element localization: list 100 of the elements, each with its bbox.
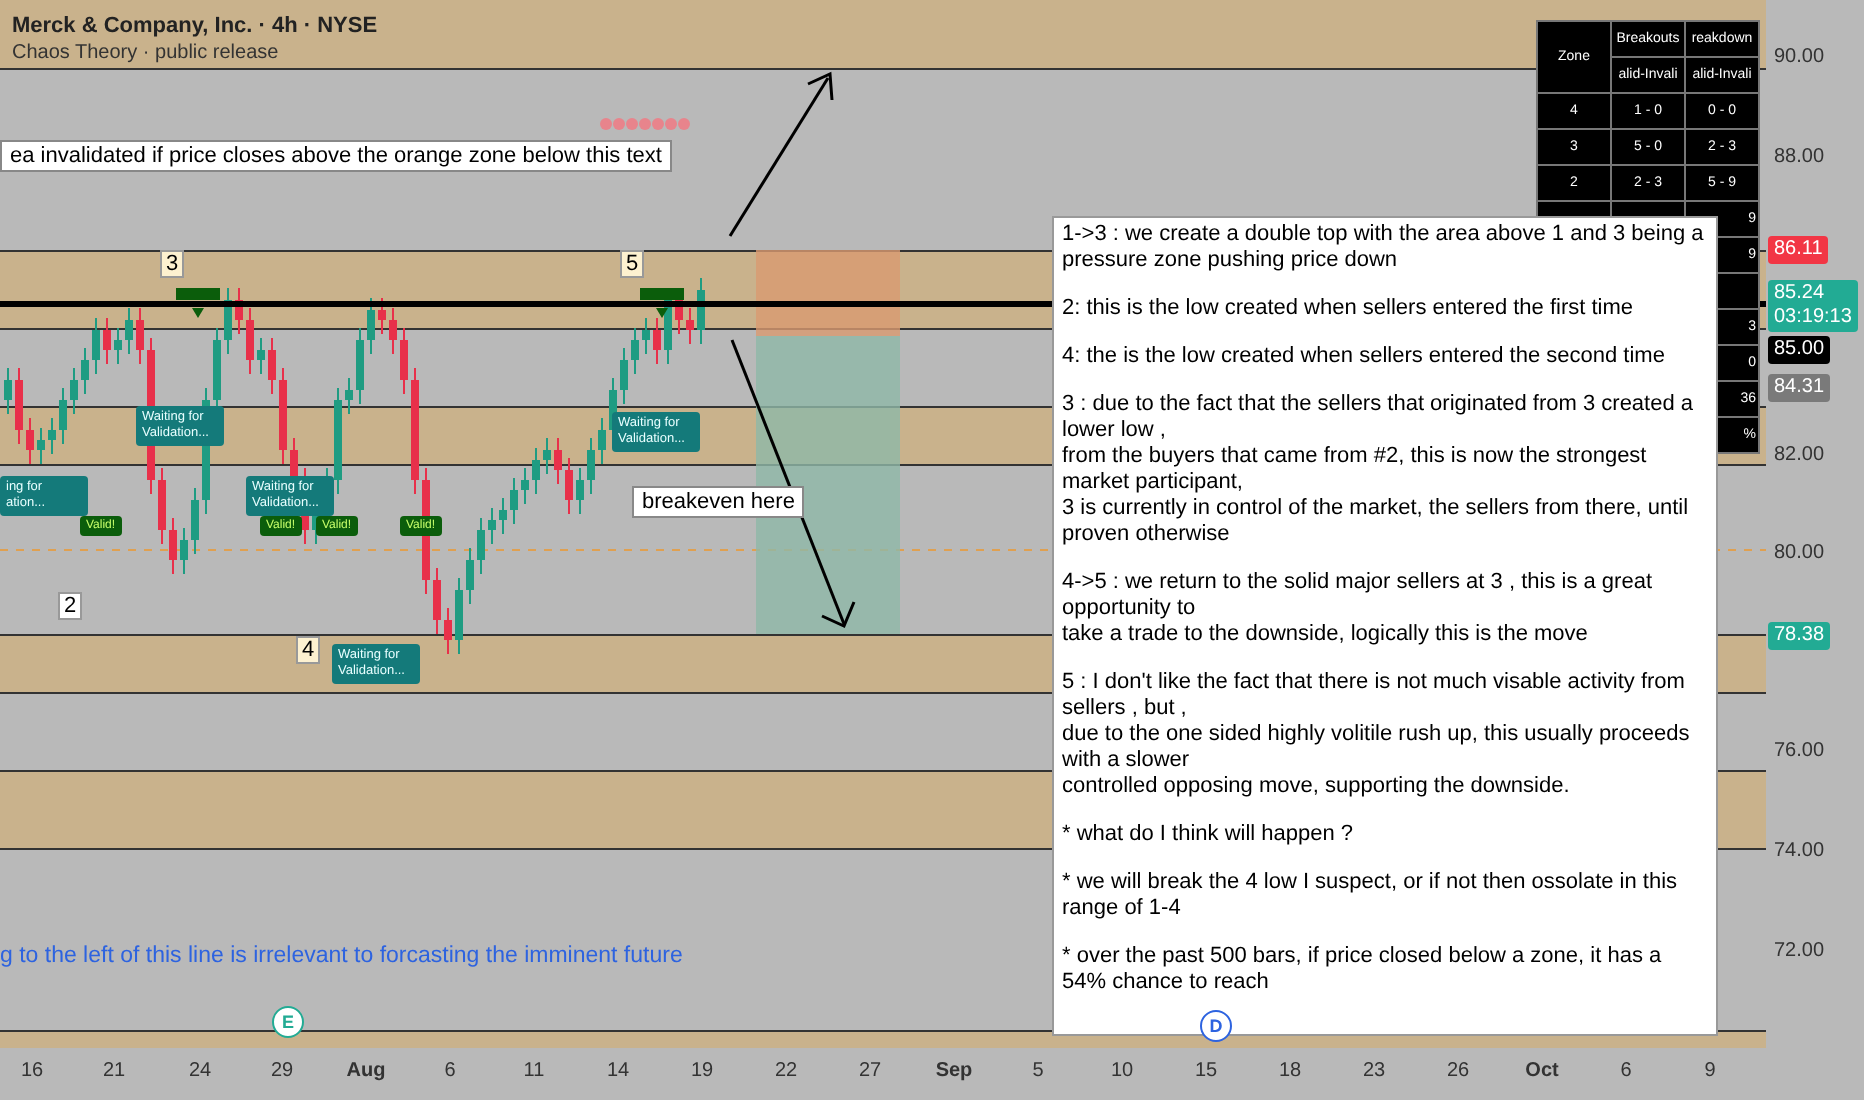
candlestick xyxy=(26,417,34,465)
candlestick xyxy=(543,437,551,475)
date-label: 18 xyxy=(1278,1060,1302,1082)
candlestick xyxy=(466,547,474,605)
price-label: 76.00 xyxy=(1772,738,1827,766)
candlestick xyxy=(114,327,122,365)
candlestick xyxy=(411,367,419,495)
candlestick xyxy=(488,507,496,545)
note-paragraph: 4->5 : we return to the solid major sellers at 3 , this is a great opportunity to take a trade to the downside, logically this is the move xyxy=(1062,570,1654,648)
date-label: Aug xyxy=(346,1060,386,1082)
date-label: 19 xyxy=(690,1060,714,1082)
candlestick xyxy=(620,347,628,405)
note-paragraph: * what do I think will happen ? xyxy=(1062,822,1356,848)
price-tag: 78.38 xyxy=(1768,622,1831,650)
candlestick xyxy=(499,497,507,535)
candlestick xyxy=(125,307,133,355)
candlestick xyxy=(37,427,45,465)
candlestick xyxy=(70,367,78,415)
candlestick xyxy=(246,307,254,375)
candlestick xyxy=(587,437,595,495)
symbol-title: Merck & Company, Inc. · 4h · NYSE xyxy=(12,14,378,38)
date-label: Sep xyxy=(935,1060,973,1082)
candlestick xyxy=(686,307,694,345)
price-tag: 86.11 xyxy=(1768,236,1829,264)
candlestick xyxy=(169,517,177,575)
date-label: 29 xyxy=(270,1060,294,1082)
note-paragraph: * over the past 500 bars, if price closed below a zone, it has a 54% chance to reach xyxy=(1062,944,1664,996)
date-label: 6 xyxy=(444,1060,456,1082)
price-tag: 85.00 xyxy=(1768,336,1831,364)
note-paragraph: 2: this is the low created when sellers entered the first time xyxy=(1062,296,1636,322)
candlestick xyxy=(4,367,12,415)
date-label: 9 xyxy=(1704,1060,1716,1082)
candlestick xyxy=(697,277,705,345)
candlestick xyxy=(444,607,452,655)
candlestick xyxy=(257,337,265,375)
candlestick xyxy=(433,567,441,635)
candlestick xyxy=(378,297,386,335)
candlestick xyxy=(356,327,364,405)
note-paragraph: 5 : I don't like the fact that there is not much visable activity from sellers , but , due to the one sided highly volitile rush up, this usually proceeds with a slower controlled opposing move, supporting the downside. xyxy=(1062,670,1692,800)
price-tag: 84.31 xyxy=(1768,374,1831,402)
candlestick xyxy=(15,367,23,445)
date-label: Oct xyxy=(1525,1060,1559,1082)
date-label: 27 xyxy=(858,1060,882,1082)
candlestick xyxy=(631,327,639,375)
date-label: 23 xyxy=(1362,1060,1386,1082)
date-label: 5 xyxy=(1032,1060,1044,1082)
candlestick xyxy=(521,467,529,505)
candlestick xyxy=(279,367,287,465)
candlestick xyxy=(268,337,276,395)
candlestick xyxy=(180,527,188,575)
candlestick xyxy=(532,447,540,495)
date-label: 11 xyxy=(523,1060,545,1082)
candlestick xyxy=(59,387,67,445)
price-label: 88.00 xyxy=(1772,144,1827,172)
wave-label: 3 xyxy=(160,250,185,278)
indicator-name: Chaos Theory · public release xyxy=(12,42,279,64)
candlestick xyxy=(554,437,562,485)
price-label: 82.00 xyxy=(1772,442,1827,470)
candlestick xyxy=(48,417,56,455)
marker-icon xyxy=(640,288,684,318)
wave-label: 2 xyxy=(58,592,83,620)
candlestick xyxy=(576,467,584,515)
earnings-badge[interactable]: E xyxy=(272,1006,304,1038)
candlestick xyxy=(565,457,573,515)
candlestick xyxy=(224,287,232,355)
date-label: 24 xyxy=(188,1060,212,1082)
candlestick xyxy=(81,347,89,395)
date-label: 10 xyxy=(1110,1060,1134,1082)
marker-icon xyxy=(176,288,220,318)
note-paragraph: 4: the is the low created when sellers entered the second time xyxy=(1062,344,1667,370)
wave-label: 4 xyxy=(296,636,321,664)
wave-label: 5 xyxy=(620,250,645,278)
candlestick xyxy=(158,467,166,545)
invalidation-note: ea invalidated if price closes above the orange zone below this text xyxy=(0,140,672,172)
candlestick xyxy=(191,487,199,555)
candlestick xyxy=(598,417,606,465)
loss-zone xyxy=(756,250,900,336)
candlestick xyxy=(510,477,518,525)
candlestick xyxy=(653,317,661,365)
candlestick xyxy=(92,317,100,375)
price-label: 80.00 xyxy=(1772,540,1827,568)
date-label: 15 xyxy=(1194,1060,1218,1082)
line-caption: g to the left of this line is irrelevant to forcasting the imminent future xyxy=(0,944,683,968)
candlestick xyxy=(235,287,243,335)
date-label: 14 xyxy=(606,1060,630,1082)
breakeven-note: breakeven here xyxy=(632,486,805,518)
candlestick xyxy=(477,517,485,575)
price-label: 90.00 xyxy=(1772,44,1827,72)
candlestick xyxy=(389,307,397,355)
candlestick xyxy=(103,317,111,365)
note-paragraph: * we will break the 4 low I suspect, or if not then ossolate in this range of 1-4 xyxy=(1062,870,1680,922)
candlestick xyxy=(345,377,353,415)
date-label: 26 xyxy=(1446,1060,1470,1082)
candlestick xyxy=(642,317,650,355)
date-label: 21 xyxy=(102,1060,126,1082)
date-label: 16 xyxy=(20,1060,44,1082)
date-label: 6 xyxy=(1620,1060,1632,1082)
price-tag: 85.24 03:19:13 xyxy=(1768,280,1858,332)
candlestick xyxy=(455,577,463,655)
date-label: 22 xyxy=(774,1060,798,1082)
